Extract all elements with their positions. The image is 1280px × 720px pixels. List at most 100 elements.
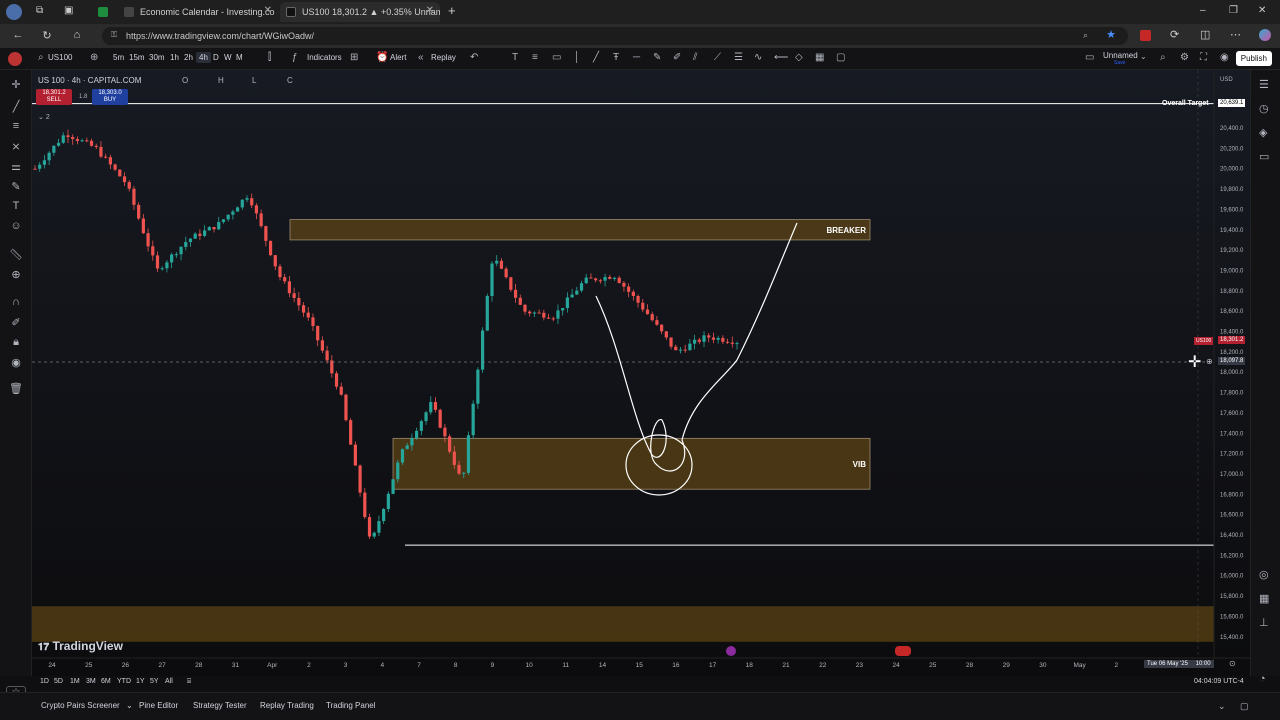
zoom-in-icon[interactable]: ⊕: [9, 268, 23, 281]
price-chart[interactable]: BREAKER VIB 20,400.0 20,200.0 20,000.0 19,80…: [32, 70, 1250, 676]
close-tab-icon[interactable]: ✕: [426, 5, 434, 16]
search-icon[interactable]: ⌕: [38, 52, 44, 63]
replay-button[interactable]: Replay: [431, 53, 456, 62]
parallel-channel-icon[interactable]: ⫽: [693, 52, 697, 63]
range-ytd[interactable]: YTD: [117, 678, 131, 685]
timeframe-5m[interactable]: 5m: [113, 53, 124, 62]
close-tab-icon[interactable]: ✕: [264, 5, 272, 16]
timeframe-m[interactable]: M: [236, 53, 243, 62]
home-icon[interactable]: ⌂: [70, 29, 84, 41]
workspaces-icon[interactable]: ⧉: [36, 5, 43, 16]
back-icon[interactable]: ←: [11, 29, 25, 41]
range-1y[interactable]: 1Y: [136, 678, 145, 685]
more-icon[interactable]: ⋯: [1230, 28, 1241, 41]
long-position-icon[interactable]: ☰: [734, 52, 743, 63]
symbol-search[interactable]: US100: [48, 53, 72, 62]
refresh-icon[interactable]: ↻: [40, 29, 54, 42]
range-1d[interactable]: 1D: [40, 678, 49, 685]
range-5d[interactable]: 5D: [54, 678, 63, 685]
close-window-button[interactable]: ✕: [1258, 5, 1266, 16]
us-flag-event-icon[interactable]: [895, 646, 911, 656]
tab-crypto-pairs-screener[interactable]: Crypto Pairs Screener ⌄: [41, 701, 133, 710]
clock-display[interactable]: 04:04:09 UTC-4: [1194, 678, 1244, 685]
brush-tool-icon[interactable]: ✎: [9, 180, 23, 193]
trend-line-icon[interactable]: ╱: [593, 52, 599, 63]
extension-icon[interactable]: [1140, 30, 1151, 41]
ray-icon[interactable]: ⟵: [774, 52, 788, 63]
range-3m[interactable]: 3M: [86, 678, 96, 685]
timeframe-30m[interactable]: 30m: [149, 53, 165, 62]
timeframe-2h[interactable]: 2h: [184, 53, 193, 62]
chart-symbol-title[interactable]: US 100 · 4h · CAPITAL.COM: [38, 76, 141, 85]
browser-tab-tradingview[interactable]: US100 18,301.2 ▲ +0.35% Unnam ✕: [280, 2, 440, 22]
fib-tool-icon[interactable]: ≡: [9, 120, 23, 132]
layout-name[interactable]: Unnamed: [1103, 51, 1138, 60]
range-5y[interactable]: 5Y: [150, 678, 159, 685]
url-field[interactable]: ⚿ https://www.tradingview.com/chart/WGiw…: [102, 27, 1128, 45]
favorite-star-icon[interactable]: ★: [1106, 28, 1116, 41]
horizontal-ray-icon[interactable]: ─: [633, 52, 640, 63]
range-6m[interactable]: 6M: [101, 678, 111, 685]
dropdown-chevron-icon[interactable]: ⌄: [1140, 52, 1147, 61]
timeframe-w[interactable]: W: [224, 53, 232, 62]
profile-icon[interactable]: [6, 4, 22, 20]
goto-date-icon[interactable]: ⌸: [187, 678, 191, 686]
event-marker-icon[interactable]: [726, 646, 736, 656]
text-tool-icon[interactable]: T: [512, 52, 518, 63]
settings-icon[interactable]: ⚙: [1180, 52, 1189, 63]
indicator-collapse-toggle[interactable]: ⌄ 2: [38, 113, 50, 121]
alerts-clock-icon[interactable]: ◷: [1259, 102, 1269, 115]
sync-icon[interactable]: ⟳: [1170, 28, 1179, 41]
timeframe-4h[interactable]: 4h: [196, 52, 211, 63]
brush-icon[interactable]: ✎: [653, 52, 661, 63]
fullscreen-icon[interactable]: ⛶: [1200, 52, 1207, 63]
browser-tab-1[interactable]: [92, 2, 116, 22]
buy-button[interactable]: 18,303.0 BUY: [92, 89, 128, 105]
timeframe-1h[interactable]: 1h: [170, 53, 179, 62]
tab-replay-trading[interactable]: Replay Trading: [260, 701, 314, 710]
vertical-line-icon[interactable]: │: [574, 52, 580, 63]
browser-tab-investing[interactable]: Economic Calendar - Investing.co ✕: [118, 2, 278, 22]
timeframe-d[interactable]: D: [213, 53, 219, 62]
copilot-icon[interactable]: [1259, 29, 1271, 41]
layers-icon[interactable]: ◈: [1259, 126, 1267, 139]
pencil-icon[interactable]: ✐: [673, 52, 681, 63]
ruler-icon[interactable]: 📏︎: [9, 248, 23, 261]
watchlist-icon[interactable]: ☰: [1259, 78, 1269, 91]
path-icon[interactable]: ⟋: [714, 52, 721, 63]
collapse-panel-icon[interactable]: ⌄: [1218, 701, 1226, 712]
tab-actions-icon[interactable]: ▣: [64, 5, 73, 16]
currency-label[interactable]: USD: [1220, 77, 1233, 83]
layout-icon[interactable]: ▭: [1085, 52, 1094, 63]
indicators-icon[interactable]: ƒ: [292, 52, 298, 63]
fib-icon[interactable]: ≡: [532, 52, 538, 63]
zoom-icon[interactable]: ⌕: [1083, 30, 1088, 41]
alert-icon[interactable]: ⏰: [376, 52, 388, 63]
crosshair-icon[interactable]: ✛: [9, 78, 23, 91]
quick-search-icon[interactable]: ⌕: [1160, 52, 1166, 63]
calendar-icon[interactable]: ▦: [1259, 592, 1269, 605]
indicators-button[interactable]: Indicators: [307, 53, 342, 62]
alert-button[interactable]: Alert: [390, 53, 406, 62]
forecast-tool-icon[interactable]: ⚌: [9, 160, 23, 173]
range-1m[interactable]: 1M: [70, 678, 80, 685]
rectangle-icon[interactable]: ▭: [552, 52, 561, 63]
publish-button[interactable]: Publish: [1235, 51, 1272, 66]
diamond-icon[interactable]: ◇: [795, 52, 803, 63]
grid-icon[interactable]: ▦: [815, 52, 824, 63]
scroll-to-realtime-icon[interactable]: ⊙: [1229, 659, 1236, 668]
templates-icon[interactable]: ⊞: [350, 52, 358, 63]
timeframe-15m[interactable]: 15m: [129, 53, 145, 62]
chart-type-icon[interactable]: ⫿: [268, 52, 271, 63]
tab-trading-panel[interactable]: Trading Panel: [326, 701, 376, 710]
split-screen-icon[interactable]: ◫: [1200, 28, 1210, 41]
target-icon[interactable]: ◎: [1259, 568, 1269, 581]
trend-line-tool-icon[interactable]: ╱: [9, 100, 23, 113]
chat-icon[interactable]: ▭: [1259, 150, 1269, 163]
sell-button[interactable]: 18,301.2 SELL: [36, 89, 72, 105]
wave-icon[interactable]: ∿: [754, 52, 762, 63]
lock-drawings-icon[interactable]: 🔒︎: [9, 336, 23, 349]
icons-tool-icon[interactable]: ☺: [9, 220, 23, 232]
minimize-button[interactable]: –: [1200, 5, 1206, 16]
pattern-tool-icon[interactable]: ⨯: [9, 140, 23, 153]
